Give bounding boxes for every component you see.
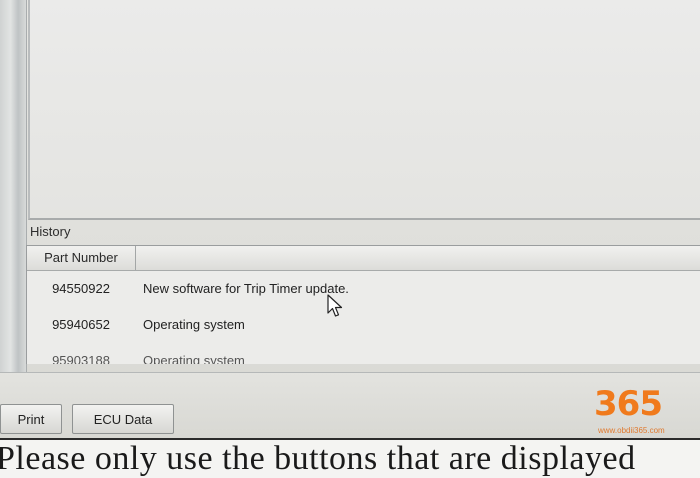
watermark-logo: 365 www.obdii365.com: [588, 384, 688, 444]
table-row[interactable]: 95903188 Operating system: [27, 344, 700, 364]
table-row[interactable]: 94550922 New software for Trip Timer upd…: [27, 272, 700, 306]
print-button[interactable]: Print: [0, 404, 62, 434]
description-cell: New software for Trip Timer update.: [143, 281, 349, 296]
part-number-cell: 94550922: [52, 281, 110, 296]
info-panel: [28, 0, 700, 220]
table-header: Part Number: [27, 246, 700, 271]
window-left-edge: [0, 0, 27, 380]
part-number-cell: 95903188: [52, 353, 110, 364]
history-table[interactable]: Part Number 94550922 New software for Tr…: [26, 245, 700, 364]
table-row[interactable]: 95940652 Operating system: [27, 308, 700, 342]
description-cell: Operating system: [143, 317, 245, 332]
watermark-url: www.obdii365.com: [598, 426, 665, 435]
history-label: History: [30, 224, 71, 239]
ecu-data-button[interactable]: ECU Data: [72, 404, 174, 434]
instruction-banner: Please only use the buttons that are dis…: [0, 438, 700, 478]
instruction-text: Please only use the buttons that are dis…: [0, 440, 636, 477]
column-header-part-number[interactable]: Part Number: [27, 246, 136, 270]
screen: History Part Number 94550922 New softwar…: [0, 0, 700, 478]
part-number-cell: 95940652: [52, 317, 110, 332]
description-cell: Operating system: [143, 353, 245, 364]
mouse-cursor-icon: [327, 294, 343, 317]
column-header-description[interactable]: [136, 246, 700, 270]
watermark-digits: 365: [594, 384, 663, 424]
